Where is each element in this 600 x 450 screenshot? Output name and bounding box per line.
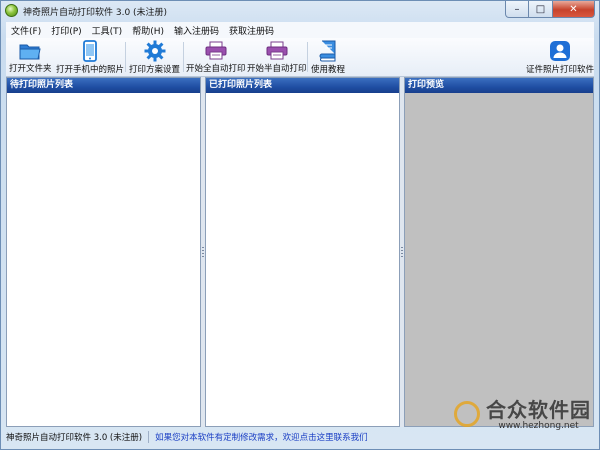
open-phone-label: 打开手机中的照片 — [56, 65, 125, 75]
maximize-button[interactable]: □ — [529, 1, 553, 18]
person-icon — [549, 40, 571, 62]
window-controls: – □ ✕ — [505, 1, 595, 19]
auto-print-label: 开始全自动打印 — [186, 64, 246, 74]
id-photo-label: 证件照片打印软件 — [526, 65, 595, 75]
splitter-grip — [202, 247, 204, 257]
tutorial-label: 使用教程 — [311, 65, 346, 75]
close-button[interactable]: ✕ — [553, 1, 595, 18]
print-preview-header: 打印预览 — [405, 78, 593, 93]
pending-photos-header: 待打印照片列表 — [7, 78, 200, 93]
print-settings-button[interactable]: 打印方案设置 — [129, 40, 181, 75]
status-bar: 神奇照片自动打印软件 3.0 (未注册) 如果您对本软件有定制修改需求，欢迎点击… — [6, 429, 594, 445]
menu-help[interactable]: 帮助(H) — [127, 24, 169, 37]
menu-enter-code[interactable]: 输入注册码 — [169, 24, 224, 37]
pending-photos-panel[interactable]: 待打印照片列表 — [6, 77, 201, 427]
title-bar[interactable]: 神奇照片自动打印软件 3.0 (未注册) – □ ✕ — [1, 1, 599, 21]
app-icon — [5, 4, 18, 17]
window-title: 神奇照片自动打印软件 3.0 (未注册) — [23, 8, 168, 18]
gear-icon — [144, 40, 166, 62]
book-icon — [317, 40, 339, 62]
menu-bar: 文件(F) 打印(P) 工具(T) 帮助(H) 输入注册码 获取注册码 — [6, 22, 594, 38]
open-folder-label: 打开文件夹 — [9, 64, 52, 74]
printed-photos-header: 已打印照片列表 — [206, 78, 399, 93]
menu-tools[interactable]: 工具(T) — [87, 24, 128, 37]
watermark-logo-icon — [454, 401, 480, 427]
menu-get-code[interactable]: 获取注册码 — [224, 24, 279, 37]
print-settings-label: 打印方案设置 — [129, 65, 181, 75]
phone-icon — [79, 40, 101, 62]
toolbar-separator — [125, 42, 126, 72]
folder-icon — [19, 40, 41, 61]
watermark-title: 合众软件园 — [486, 398, 591, 422]
status-app-name: 神奇照片自动打印软件 3.0 (未注册) — [6, 431, 150, 443]
menu-file[interactable]: 文件(F) — [6, 24, 46, 37]
tutorial-button[interactable]: 使用教程 — [311, 40, 346, 75]
print-preview-panel: 打印预览 — [404, 77, 594, 427]
toolbar-separator — [307, 42, 308, 72]
toolbar: 打开文件夹 打开手机中的照片 打印方案设置 开始全自动打印 开始半自动打印 使用… — [6, 38, 594, 77]
auto-print-button[interactable]: 开始全自动打印 — [186, 40, 246, 74]
toolbar-separator — [183, 42, 184, 72]
printed-photos-panel[interactable]: 已打印照片列表 — [205, 77, 400, 427]
semi-auto-print-button[interactable]: 开始半自动打印 — [247, 40, 307, 74]
menu-print[interactable]: 打印(P) — [46, 24, 86, 37]
open-folder-button[interactable]: 打开文件夹 — [9, 40, 52, 74]
watermark-url: www.hezhong.net — [498, 421, 579, 431]
semi-auto-print-label: 开始半自动打印 — [247, 64, 307, 74]
id-photo-print-button[interactable]: 证件照片打印软件 — [526, 40, 595, 75]
open-phone-photos-button[interactable]: 打开手机中的照片 — [56, 40, 125, 75]
contact-link[interactable]: 如果您对本软件有定制修改需求，欢迎点击这里联系我们 — [155, 431, 368, 443]
watermark: 合众软件园 www.hezhong.net — [454, 398, 591, 431]
printer-icon — [266, 40, 288, 61]
app-window: 神奇照片自动打印软件 3.0 (未注册) – □ ✕ 文件(F) 打印(P) 工… — [0, 0, 600, 450]
printer-icon — [205, 40, 227, 61]
splitter-grip — [401, 247, 403, 257]
minimize-button[interactable]: – — [505, 1, 529, 18]
